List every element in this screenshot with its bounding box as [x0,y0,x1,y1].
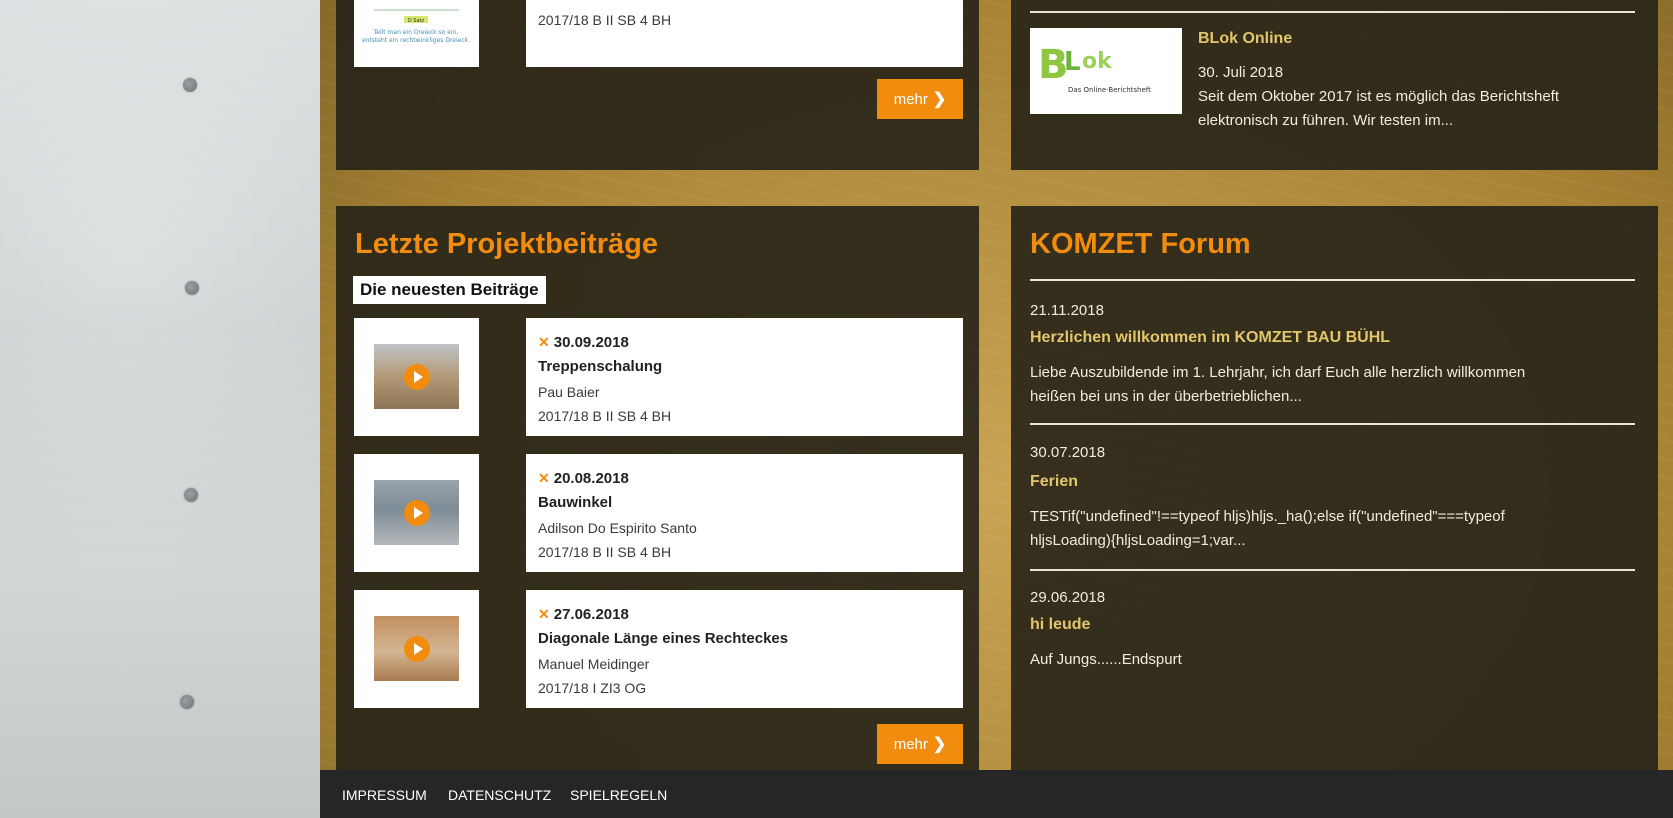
project-card[interactable]: ✕ 27.06.2018 Diagonale Länge eines Rechte… [526,590,963,708]
footer-link-spielregeln[interactable]: SPIELREGELN [570,787,667,803]
svg-text:ok: ok [1082,49,1113,74]
forum-post-excerpt-line2: hljsLoading){hljsLoading=1;var... [1030,532,1246,549]
mehr-button-top[interactable]: mehr ❯ [877,79,963,119]
forum-post-title[interactable]: hi leude [1030,616,1090,634]
project-title: Treppenschalung [538,358,663,375]
mehr-label: mehr [893,735,928,753]
svg-text:D Satz: D Satz [408,18,425,24]
video-thumbnail-image [374,480,459,545]
play-icon [403,499,430,526]
project-thumbnail[interactable] [354,590,479,708]
mehr-button-projects[interactable]: mehr ❯ [877,724,963,764]
top-card-body[interactable]: 2017/18 B II SB 4 BH [526,0,963,67]
video-thumbnail-image [374,344,459,409]
wall-hole [180,695,194,709]
play-icon [403,363,430,390]
concrete-wall-background [0,0,320,818]
forum-post-title[interactable]: Herzlichen willkommen im KOMZET BAU BÜHL [1030,329,1390,347]
divider [1030,423,1635,425]
blok-text-line1: Seit dem Oktober 2017 ist es möglich das… [1198,88,1560,105]
svg-text:Teilt man ein Dreieck so ein,: Teilt man ein Dreieck so ein, [373,29,459,36]
divider [1030,11,1635,13]
forum-post-date: 30.07.2018 [1030,444,1106,461]
chevron-right-icon: ❯ [932,91,947,108]
footer-link-impressum[interactable]: IMPRESSUM [342,787,427,803]
projects-subheading: Die neuesten Beiträge [353,276,546,304]
forum-heading: KOMZET Forum [1030,228,1251,260]
chevron-right-icon: ❯ [932,736,947,753]
cross-icon: ✕ [538,470,550,486]
forum-post-excerpt-line1: Liebe Auszubildende im 1. Lehrjahr, ich … [1030,364,1526,381]
project-author: Pau Baier [538,384,600,400]
forum-post-date: 29.06.2018 [1030,589,1106,606]
footer: IMPRESSUM DATENSCHUTZ SPIELREGELN [320,770,1673,818]
project-thumbnail[interactable] [354,454,479,572]
divider [1030,279,1635,281]
project-thumbnail[interactable] [354,318,479,436]
svg-text:entsteht ein rechtwinkliges Dr: entsteht ein rechtwinkliges Dreieck. [362,37,470,44]
svg-text:L: L [1064,47,1081,77]
blok-text-line2: elektronisch zu führen. Wir testen im... [1198,112,1454,129]
project-title: Diagonale Länge eines Rechteckes [538,630,789,647]
blok-title[interactable]: BLok Online [1198,30,1292,48]
forum-post-title[interactable]: Ferien [1030,473,1078,491]
triangle-diagram-icon: D Satz Teilt man ein Dreieck so ein, ent… [362,9,470,44]
play-icon [403,635,430,662]
mehr-label: mehr [893,90,928,108]
blok-logo[interactable]: B L ok Das Online-Berichtsheft [1030,28,1182,114]
forum-post-excerpt-line1: Auf Jungs......Endspurt [1030,651,1182,668]
forum-post-date: 21.11.2018 [1030,302,1104,319]
project-group: 2017/18 I ZI3 OG [538,680,647,696]
wall-hole [184,488,198,502]
blok-logo-icon: B L ok [1038,42,1113,88]
cross-icon: ✕ [538,334,550,350]
footer-link-datenschutz[interactable]: DATENSCHUTZ [448,787,551,803]
blok-date: 30. Juli 2018 [1198,64,1284,81]
project-date: ✕ 20.08.2018 [538,470,629,487]
project-date: ✕ 27.06.2018 [538,606,629,623]
forum-post-excerpt-line2: heißen bei uns in der überbetrieblichen.… [1030,388,1302,405]
project-card[interactable]: ✕ 30.09.2018 Treppenschalung Pau Baier 20… [526,318,963,436]
blok-logo-caption: Das Online-Berichtsheft [1068,86,1151,94]
project-date: ✕ 30.09.2018 [538,334,629,351]
forum-panel [1011,206,1658,770]
cross-icon: ✕ [538,606,550,622]
project-author: Adilson Do Espirito Santo [538,520,697,536]
project-card[interactable]: ✕ 20.08.2018 Bauwinkel Adilson Do Espirit… [526,454,963,572]
project-title: Bauwinkel [538,494,613,511]
forum-post-excerpt-line1: TESTif("undefined"!==typeof hljs)hljs._h… [1030,508,1505,525]
projects-heading: Letzte Projektbeiträge [355,228,658,260]
divider [1030,569,1635,571]
wall-hole [183,78,197,92]
top-card-thumbnail[interactable]: D Satz Teilt man ein Dreieck so ein, ent… [354,0,479,67]
card-group: 2017/18 B II SB 4 BH [538,12,672,28]
project-group: 2017/18 B II SB 4 BH [538,544,672,560]
project-author: Manuel Meidinger [538,656,650,672]
video-thumbnail-image [374,616,459,681]
project-group: 2017/18 B II SB 4 BH [538,408,672,424]
wall-hole [185,281,199,295]
